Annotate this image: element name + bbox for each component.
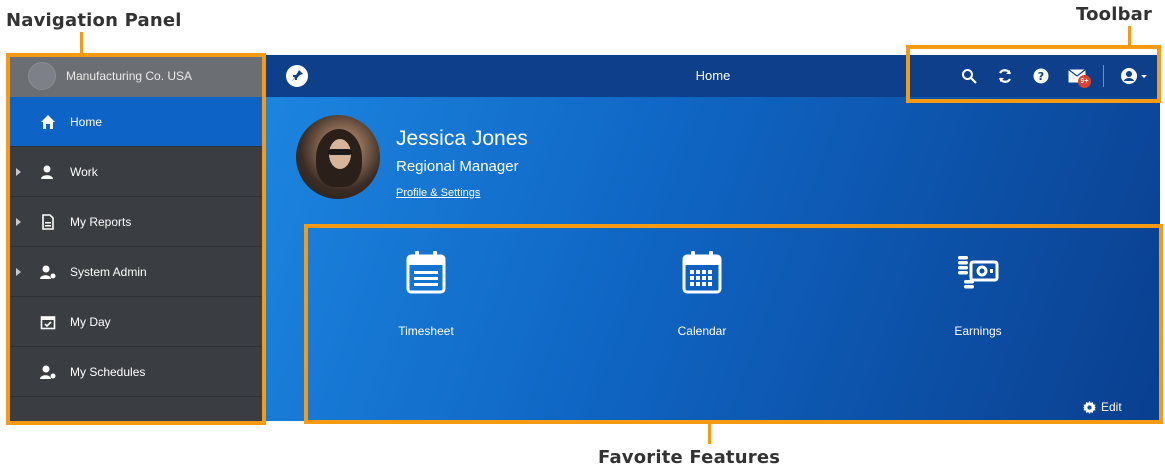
sidebar-item-label: My Schedules: [70, 364, 146, 379]
report-icon: [40, 213, 56, 230]
main-content: Home ? 9+ Jessica Jones Regional Manager…: [266, 55, 1160, 421]
favorite-earnings[interactable]: Earnings: [918, 250, 1038, 338]
timesheet-icon: [404, 250, 448, 294]
notification-badge: 9+: [1078, 75, 1091, 88]
favorite-label: Timesheet: [398, 324, 454, 338]
sidebar-item-my-schedules[interactable]: My Schedules: [10, 347, 266, 397]
refresh-icon: [998, 69, 1012, 83]
help-button[interactable]: ?: [1031, 66, 1051, 86]
edit-label: Edit: [1101, 400, 1122, 414]
sidebar-item-label: My Day: [70, 314, 111, 329]
expand-caret-icon[interactable]: [16, 167, 21, 176]
toolbar-divider: [1103, 65, 1104, 87]
sidebar-item-my-day[interactable]: My Day: [10, 297, 266, 347]
expand-caret-icon[interactable]: [16, 267, 21, 276]
org-logo: [28, 62, 56, 90]
home-icon: [40, 114, 56, 130]
help-icon: ?: [1033, 68, 1049, 84]
user-name: Jessica Jones: [396, 127, 528, 150]
sidebar-item-system-admin[interactable]: System Admin: [10, 247, 266, 297]
toolbar-callout: Toolbar: [1076, 4, 1153, 25]
nav-leader-line: [80, 32, 83, 54]
org-header[interactable]: Manufacturing Co. USA: [10, 55, 266, 97]
sidebar-item-label: Work: [70, 164, 98, 179]
user-role: Regional Manager: [396, 158, 519, 175]
toolbar-leader-line: [1128, 26, 1131, 46]
calendar-check-icon: [40, 314, 56, 330]
app-window: Manufacturing Co. USA Home Work My Repor…: [10, 55, 1160, 421]
user-account-icon: [1121, 68, 1147, 84]
top-bar: Home ? 9+: [266, 55, 1160, 97]
earnings-icon: [956, 250, 1000, 294]
navigation-panel-callout: Navigation Panel: [6, 10, 182, 31]
refresh-button[interactable]: [995, 66, 1015, 86]
org-name: Manufacturing Co. USA: [66, 69, 193, 83]
user-gear-icon: [40, 264, 56, 280]
user-clock-icon: [40, 364, 56, 380]
favorite-calendar[interactable]: Calendar: [642, 250, 762, 338]
sidebar-item-label: Home: [70, 114, 103, 129]
expand-caret-icon[interactable]: [16, 217, 21, 226]
calendar-icon: [680, 250, 724, 294]
svg-text:?: ?: [1038, 70, 1044, 83]
user-menu-button[interactable]: [1120, 66, 1150, 86]
favorite-label: Earnings: [954, 324, 1002, 338]
favorite-timesheet[interactable]: Timesheet: [366, 250, 486, 338]
sidebar-item-my-reports[interactable]: My Reports: [10, 197, 266, 247]
favorites-leader-line: [708, 424, 711, 444]
search-icon: [962, 69, 977, 84]
sidebar-item-label: My Reports: [70, 214, 132, 229]
edit-favorites-button[interactable]: Edit: [1083, 400, 1122, 414]
sidebar-item-work[interactable]: Work: [10, 147, 266, 197]
profile-settings-link[interactable]: Profile & Settings: [396, 187, 480, 199]
search-button[interactable]: [959, 66, 979, 86]
favorite-features-callout: Favorite Features: [598, 447, 781, 468]
sidebar-item-label: System Admin: [70, 264, 147, 279]
messages-button[interactable]: 9+: [1067, 66, 1091, 88]
user-icon: [40, 164, 56, 180]
gear-icon: [1083, 400, 1096, 414]
sidebar-item-home[interactable]: Home: [10, 97, 266, 147]
toolbar: ? 9+: [959, 65, 1150, 88]
navigation-panel: Manufacturing Co. USA Home Work My Repor…: [10, 55, 266, 421]
favorite-label: Calendar: [677, 324, 727, 338]
avatar[interactable]: [296, 115, 380, 199]
